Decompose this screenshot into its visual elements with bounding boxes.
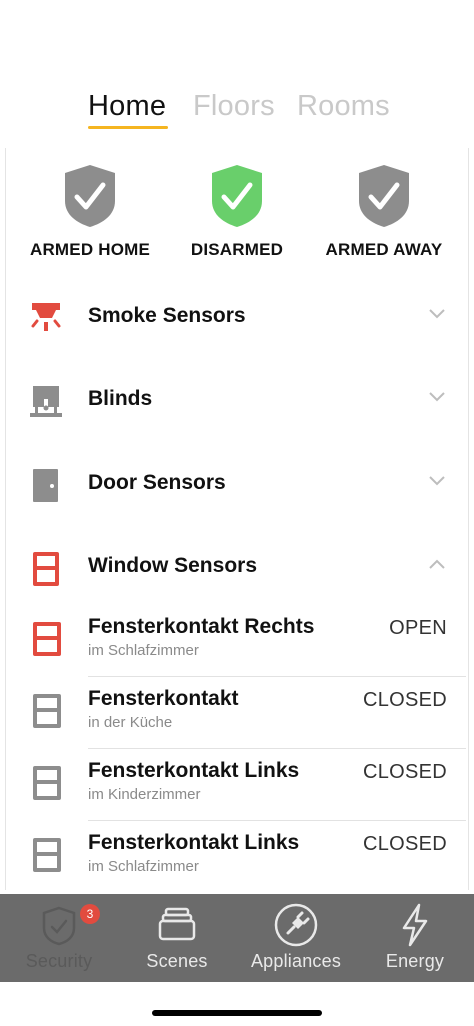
mode-armed-home[interactable]: ARMED HOME — [15, 163, 165, 260]
mode-disarmed[interactable]: DISARMED — [162, 163, 312, 260]
nav-security[interactable]: 3 Security — [0, 894, 118, 982]
chevron-down-icon[interactable] — [428, 475, 446, 487]
section-smoke-sensors[interactable]: Smoke Sensors — [0, 292, 474, 342]
section-title: Window Sensors — [88, 554, 257, 577]
sensor-name: Fensterkontakt Links — [88, 759, 300, 782]
window-closed-icon — [33, 694, 61, 728]
sensor-state: CLOSED — [362, 833, 447, 855]
sensor-room: im Schlafzimmer — [88, 858, 199, 875]
nav-energy[interactable]: Energy — [356, 894, 474, 982]
section-title: Blinds — [88, 387, 153, 410]
notification-badge: 3 — [80, 904, 100, 924]
list-item[interactable]: Fensterkontakt Links im Kinderzimmer CLO… — [0, 749, 474, 821]
door-icon — [33, 469, 58, 502]
window-closed-icon — [33, 766, 61, 800]
section-title: Smoke Sensors — [88, 304, 246, 327]
chevron-down-icon[interactable] — [428, 391, 446, 403]
nav-appliances[interactable]: Appliances — [236, 894, 356, 982]
tab-rooms[interactable]: Rooms — [297, 90, 390, 123]
list-item[interactable]: Fensterkontakt Links im Schlafzimmer CLO… — [0, 821, 474, 893]
window-icon — [33, 552, 59, 586]
shield-check-icon — [65, 165, 115, 227]
window-open-icon — [33, 622, 61, 656]
tab-home[interactable]: Home — [88, 90, 166, 123]
mode-armed-away[interactable]: ARMED AWAY — [309, 163, 459, 260]
chevron-down-icon[interactable] — [428, 308, 446, 320]
active-tab-underline — [88, 126, 168, 129]
sensor-state: OPEN — [389, 617, 447, 639]
scenes-icon — [158, 907, 196, 941]
sensor-room: im Kinderzimmer — [88, 786, 201, 803]
home-indicator[interactable] — [152, 1010, 322, 1016]
section-door-sensors[interactable]: Door Sensors — [0, 459, 474, 509]
shield-check-icon — [212, 165, 262, 227]
mode-label: ARMED HOME — [29, 240, 151, 259]
bottom-nav: 3 Security Scenes Appliances Energy — [0, 894, 474, 982]
nav-label: Appliances — [250, 951, 342, 971]
nav-label: Security — [25, 951, 93, 971]
section-window-sensors[interactable]: Window Sensors — [0, 542, 474, 592]
lightning-icon — [402, 903, 428, 947]
smoke-detector-icon — [31, 303, 61, 331]
nav-label: Energy — [385, 951, 445, 971]
blinds-icon — [30, 386, 62, 417]
nav-label: Scenes — [146, 951, 208, 971]
sensor-name: Fensterkontakt — [88, 687, 239, 710]
mode-label: ARMED AWAY — [325, 240, 443, 259]
sensor-room: im Schlafzimmer — [88, 642, 199, 659]
plug-icon — [274, 903, 318, 947]
sensor-name: Fensterkontakt Rechts — [88, 615, 315, 638]
chevron-up-icon[interactable] — [428, 558, 446, 570]
sensor-state: CLOSED — [362, 689, 447, 711]
list-item[interactable]: Fensterkontakt Rechts im Schlafzimmer OP… — [0, 605, 474, 677]
nav-scenes[interactable]: Scenes — [118, 894, 236, 982]
tab-floors[interactable]: Floors — [193, 90, 275, 123]
list-item[interactable]: Fensterkontakt in der Küche CLOSED — [0, 677, 474, 749]
shield-check-icon — [359, 165, 409, 227]
section-blinds[interactable]: Blinds — [0, 375, 474, 425]
mode-label: DISARMED — [190, 240, 284, 259]
sensor-name: Fensterkontakt Links — [88, 831, 300, 854]
shield-icon — [42, 906, 76, 946]
view-tabs: Home Floors Rooms — [0, 90, 474, 134]
window-closed-icon — [33, 838, 61, 872]
sensor-state: CLOSED — [362, 761, 447, 783]
sensor-room: in der Küche — [88, 714, 173, 731]
section-title: Door Sensors — [88, 471, 226, 494]
